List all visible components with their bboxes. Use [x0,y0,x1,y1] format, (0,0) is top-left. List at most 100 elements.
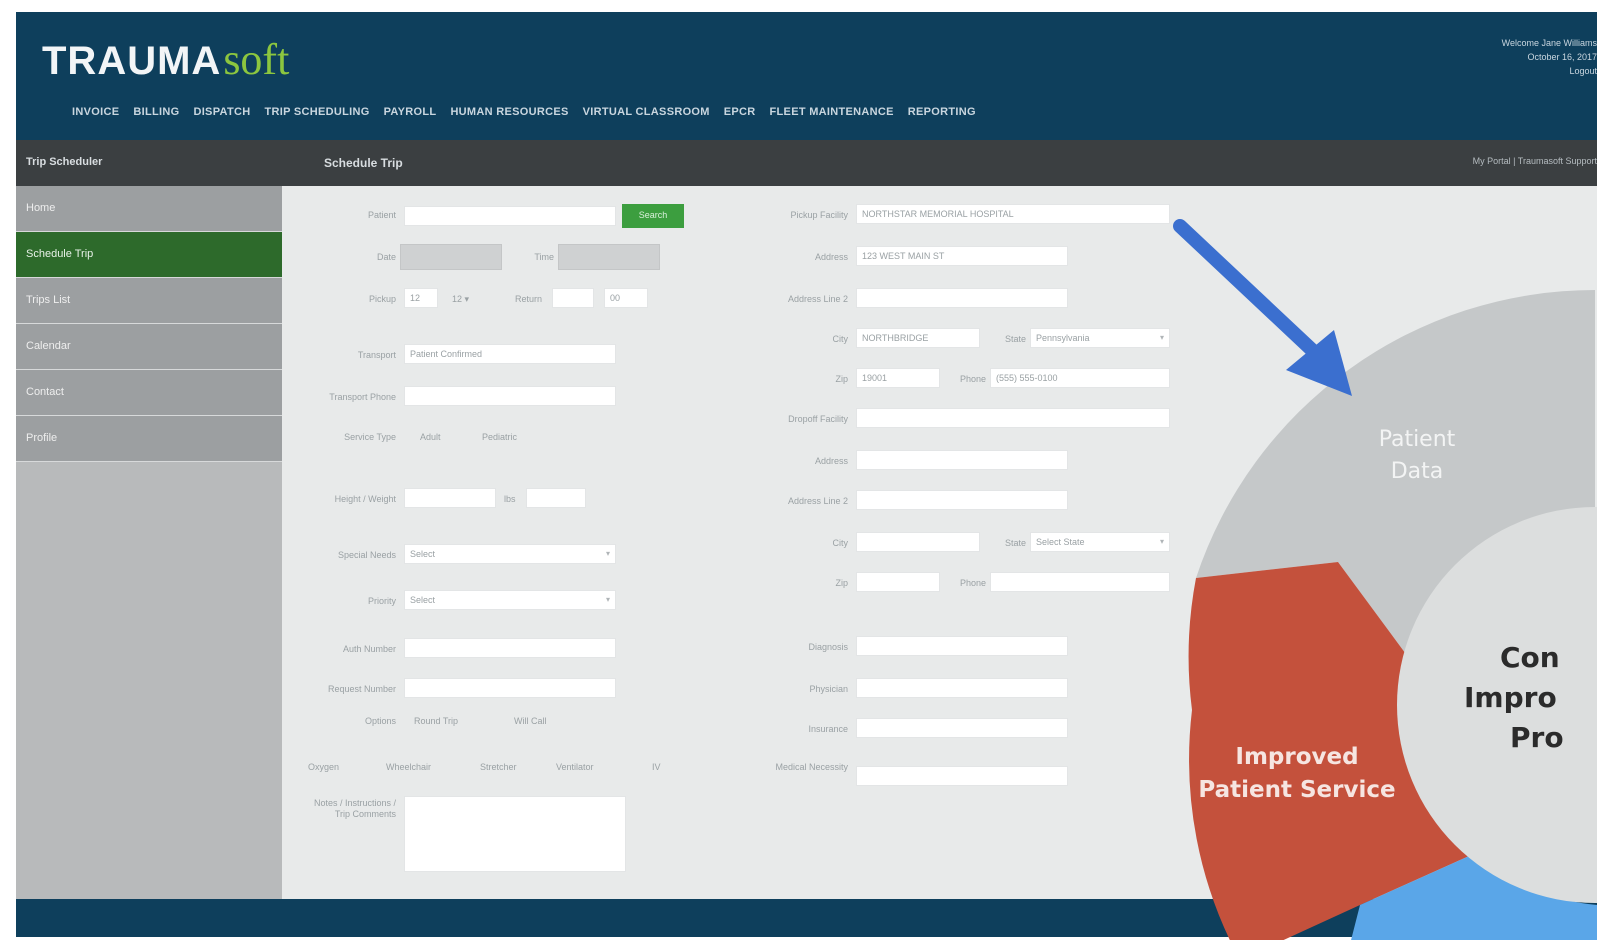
transport-phone-label: Transport Phone [329,392,396,402]
city-input[interactable]: NORTHBRIDGE [856,328,980,348]
zip-label: Zip [835,374,848,384]
special-needs-label: Special Needs [337,550,396,560]
equipment-iv[interactable]: IV [652,762,661,772]
zip-input[interactable]: 19001 [856,368,940,388]
transport-label: Transport [357,350,396,360]
option-will-call[interactable]: Will Call [514,716,547,726]
dropoff-address-label: Address [814,456,848,466]
sidebar-item-home[interactable]: Home [16,186,282,232]
options-label: Options [364,716,396,726]
physician-label: Physician [809,684,848,694]
top-navigation: INVOICE BILLING DISPATCH TRIP SCHEDULING… [72,106,976,118]
phone-input[interactable]: (555) 555-0100 [990,368,1170,388]
time-input[interactable] [558,244,660,270]
sidebar-item-contact[interactable]: Contact [16,370,282,416]
sidebar-item-calendar[interactable]: Calendar [16,324,282,370]
nav-billing[interactable]: BILLING [133,106,179,118]
dropoff-address-input[interactable] [856,450,1068,470]
notes-label: Notes / Instructions / Trip Comments [313,798,396,819]
breadcrumb-bar: Trip Scheduler Schedule Trip My Portal |… [16,140,1597,186]
date-label: Date [376,252,396,262]
priority-label: Priority [367,596,396,606]
return-minute-select[interactable]: 00 [604,288,648,308]
footer-bar [16,899,1597,937]
physician-input[interactable] [856,678,1068,698]
date-input[interactable] [400,244,502,270]
diagnosis-label: Diagnosis [808,642,848,652]
phone-label: Phone [959,374,986,384]
dropoff-facility-input[interactable] [856,408,1170,428]
dropoff-zip-label: Zip [835,578,848,588]
dropoff-state-select[interactable]: Select State ▾ [1030,532,1170,552]
traumasoft-logo[interactable]: TRAUMA soft [42,34,289,90]
equipment-ventilator[interactable]: Ventilator [556,762,594,772]
pickup-facility-input[interactable]: NORTHSTAR MEMORIAL HOSPITAL [856,204,1170,224]
equipment-wheelchair[interactable]: Wheelchair [386,762,431,772]
welcome-date: October 16, 2017 [1527,52,1597,62]
portal-links[interactable]: My Portal | Traumasoft Support [1473,156,1597,166]
header: TRAUMA soft INVOICE BILLING DISPATCH TRI… [16,12,1597,140]
medical-necessity-input[interactable] [856,766,1068,786]
equipment-stretcher[interactable]: Stretcher [480,762,517,772]
address-line2-label: Address Line 2 [787,294,848,304]
request-number-input[interactable] [404,678,616,698]
diagnosis-input[interactable] [856,636,1068,656]
dropoff-phone-input[interactable] [990,572,1170,592]
nav-reporting[interactable]: REPORTING [908,106,976,118]
service-type-label: Service Type [344,432,396,442]
city-label: City [832,334,849,344]
chevron-down-icon: ▾ [1159,333,1164,342]
search-button[interactable]: Search [622,204,684,228]
nav-virtual-classroom[interactable]: VIRTUAL CLASSROOM [583,106,710,118]
patient-label: Patient [367,210,396,220]
service-type-pediatric[interactable]: Pediatric [482,432,517,442]
time-label: Time [534,252,554,262]
request-number-label: Request Number [327,684,396,694]
nav-trip-scheduling[interactable]: TRIP SCHEDULING [264,106,369,118]
address-input[interactable]: 123 WEST MAIN ST [856,246,1068,266]
transport-input[interactable]: Patient Confirmed [404,344,616,364]
dropoff-zip-input[interactable] [856,572,940,592]
nav-epcr[interactable]: EPCR [724,106,756,118]
nav-fleet-maintenance[interactable]: FLEET MAINTENANCE [770,106,894,118]
state-select[interactable]: Pennsylvania ▾ [1030,328,1170,348]
service-type-adult[interactable]: Adult [420,432,441,442]
state-value: Pennsylvania [1036,333,1090,343]
page-title: Schedule Trip [324,156,403,170]
notes-textarea[interactable] [404,796,626,872]
nav-payroll[interactable]: PAYROLL [384,106,437,118]
sidebar-item-schedule-trip[interactable]: Schedule Trip [16,232,282,278]
auth-number-input[interactable] [404,638,616,658]
section-title: Trip Scheduler [26,156,103,168]
sidebar-item-profile[interactable]: Profile [16,416,282,462]
special-needs-select[interactable]: Select ▾ [404,544,616,564]
option-round-trip[interactable]: Round Trip [414,716,458,726]
pickup-hour-input[interactable]: 12 [404,288,438,308]
weight-unit: lbs [504,494,516,504]
sidebar: Home Schedule Trip Trips List Calendar C… [16,186,282,899]
address-line2-input[interactable] [856,288,1068,308]
dropoff-city-label: City [832,538,849,548]
transport-phone-input[interactable] [404,386,616,406]
welcome-block: Welcome Jane Williams October 16, 2017 L… [1502,36,1597,78]
logout-link[interactable]: Logout [1502,64,1597,78]
dropoff-city-input[interactable] [856,532,980,552]
nav-dispatch[interactable]: DISPATCH [193,106,250,118]
height-input[interactable] [404,488,496,508]
nav-invoice[interactable]: INVOICE [72,106,119,118]
priority-select[interactable]: Select ▾ [404,590,616,610]
chevron-down-icon: ▾ [605,549,610,558]
patient-search-input[interactable] [404,206,616,226]
equipment-oxygen[interactable]: Oxygen [308,762,339,772]
return-label: Return [514,294,542,304]
sidebar-item-trips-list[interactable]: Trips List [16,278,282,324]
return-hour-input[interactable] [552,288,594,308]
pickup-label: Pickup [368,294,396,304]
insurance-input[interactable] [856,718,1068,738]
pickup-facility-label: Pickup Facility [790,210,848,220]
address-label: Address [814,252,848,262]
nav-human-resources[interactable]: HUMAN RESOURCES [450,106,568,118]
dropoff-address-line2-input[interactable] [856,490,1068,510]
dropoff-state-label: State [1004,538,1026,548]
weight-input[interactable] [526,488,586,508]
